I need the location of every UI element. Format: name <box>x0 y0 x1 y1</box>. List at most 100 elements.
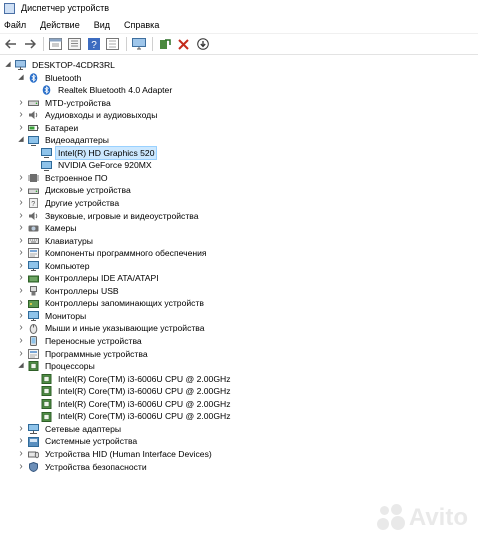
system-icon <box>28 436 39 447</box>
menu-help[interactable]: Справка <box>124 20 159 30</box>
tree-item[interactable]: NVIDIA GeForce 920MX <box>0 159 478 172</box>
forward-icon[interactable] <box>22 37 37 52</box>
tree-item-label: Realtek Bluetooth 4.0 Adapter <box>58 85 173 96</box>
tree-item[interactable]: › Камеры <box>0 222 478 235</box>
tree-item[interactable]: Intel(R) Core(TM) i3-6006U CPU @ 2.00GHz <box>0 410 478 423</box>
hid-icon <box>28 449 40 459</box>
tree-item[interactable]: › Мыши и иные указывающие устройства <box>0 322 478 335</box>
tree-item[interactable]: ›? Другие устройства <box>0 197 478 210</box>
tree-item[interactable]: › Батареи <box>0 122 478 135</box>
collapse-arrow-icon[interactable]: ◢ <box>4 61 12 69</box>
expand-arrow-icon[interactable]: › <box>17 322 25 333</box>
tree-item[interactable]: › Аудиовходы и аудиовыходы <box>0 109 478 122</box>
tree-item[interactable]: Intel(R) HD Graphics 520 <box>0 145 478 161</box>
cpu-icon <box>41 386 52 397</box>
tree-item[interactable]: Realtek Bluetooth 4.0 Adapter <box>0 84 478 97</box>
expand-arrow-icon[interactable]: › <box>17 335 25 346</box>
tree-item-label: Аудиовходы и аудиовыходы <box>45 110 158 121</box>
tree-item[interactable]: › Мониторы <box>0 310 478 323</box>
tree-item[interactable]: ◢ DESKTOP-4CDR3RL <box>0 59 478 72</box>
menu-file[interactable]: Файл <box>4 20 26 30</box>
menu-view[interactable]: Вид <box>94 20 110 30</box>
tree-item[interactable]: ◢ Bluetooth <box>0 72 478 85</box>
list-icon[interactable] <box>67 37 82 52</box>
tree-item[interactable]: › Компоненты программного обеспечения <box>0 247 478 260</box>
expand-arrow-icon[interactable]: › <box>17 235 25 246</box>
tree-item[interactable]: › Устройства HID (Human Interface Devices… <box>0 448 478 461</box>
expand-arrow-icon[interactable]: › <box>17 109 25 120</box>
camera-icon <box>28 223 39 233</box>
drive-icon <box>28 186 39 196</box>
tree-item-label: Устройства безопасности <box>45 461 147 472</box>
monitor-icon[interactable] <box>131 37 146 52</box>
expand-arrow-icon[interactable]: › <box>17 272 25 283</box>
expand-arrow-icon[interactable]: › <box>17 222 25 233</box>
collapse-arrow-icon[interactable]: ◢ <box>17 362 25 370</box>
display-icon <box>28 135 39 146</box>
back-icon[interactable] <box>3 37 18 52</box>
tree-item[interactable]: › Клавиатуры <box>0 235 478 248</box>
tree-item[interactable]: ◢ Видеоадаптеры <box>0 134 478 147</box>
properties-icon[interactable] <box>48 37 63 52</box>
expand-arrow-icon[interactable]: › <box>17 448 25 459</box>
menu-action[interactable]: Действие <box>40 20 80 30</box>
collapse-arrow-icon[interactable]: ◢ <box>17 74 25 82</box>
tree-item[interactable]: › Сетевые адаптеры <box>0 423 478 436</box>
tree-item[interactable]: › Звуковые, игровые и видеоустройства <box>0 210 478 223</box>
download-icon[interactable] <box>195 37 210 52</box>
tree-item[interactable]: Intel(R) Core(TM) i3-6006U CPU @ 2.00GHz <box>0 373 478 386</box>
expand-arrow-icon[interactable]: › <box>17 348 25 359</box>
avito-watermark: Avito <box>376 504 468 532</box>
software-icon <box>28 348 39 359</box>
update-driver-icon[interactable] <box>157 37 172 52</box>
expand-arrow-icon[interactable]: › <box>17 310 25 321</box>
keyboard-icon <box>28 236 39 246</box>
tree-item[interactable]: › Системные устройства <box>0 435 478 448</box>
tree-item[interactable]: Intel(R) Core(TM) i3-6006U CPU @ 2.00GHz <box>0 398 478 411</box>
expand-arrow-icon[interactable]: › <box>17 97 25 108</box>
expand-arrow-icon[interactable]: › <box>17 122 25 133</box>
tree-item[interactable]: › Переносные устройства <box>0 335 478 348</box>
tree-item[interactable]: › Программные устройства <box>0 348 478 361</box>
tree-item[interactable]: ◢ Процессоры <box>0 360 478 373</box>
tree-item-label: Устройства HID (Human Interface Devices) <box>45 448 212 459</box>
expand-arrow-icon[interactable]: › <box>17 297 25 308</box>
title-bar: Диспетчер устройств <box>0 0 478 16</box>
expand-arrow-icon[interactable]: › <box>17 184 25 195</box>
avito-watermark-text: Avito <box>408 504 468 531</box>
tree-item-label: DESKTOP-4CDR3RL <box>32 60 115 70</box>
tree-item[interactable]: › Контроллеры IDE ATA/ATAPI <box>0 272 478 285</box>
tree-item-label: Клавиатуры <box>45 235 93 246</box>
tree-item[interactable]: › Встроенное ПО <box>0 172 478 185</box>
collapse-arrow-icon[interactable]: ◢ <box>17 136 25 145</box>
display-icon <box>41 160 52 171</box>
expand-arrow-icon[interactable]: › <box>17 172 25 183</box>
expand-arrow-icon[interactable]: › <box>17 435 25 446</box>
expand-arrow-icon[interactable]: › <box>17 260 25 271</box>
expand-arrow-icon[interactable]: › <box>17 247 25 258</box>
tree-item[interactable]: › Компьютер <box>0 260 478 273</box>
tree-item-label: Программные устройства <box>45 348 148 359</box>
menu-bar: Файл Действие Вид Справка <box>0 16 478 34</box>
toolbar-separator <box>43 37 44 51</box>
tree-item[interactable]: › Дисковые устройства <box>0 184 478 197</box>
tree-item[interactable]: › Контроллеры USB <box>0 285 478 298</box>
expand-arrow-icon[interactable]: › <box>17 461 25 472</box>
tree-item[interactable]: › Контроллеры запоминающих устройств <box>0 297 478 310</box>
help-icon[interactable]: ? <box>86 37 101 52</box>
expand-arrow-icon[interactable]: › <box>17 210 25 221</box>
remove-icon[interactable] <box>176 37 191 52</box>
tree-item[interactable]: › MTD-устройства <box>0 97 478 110</box>
expand-arrow-icon[interactable]: › <box>17 285 25 296</box>
expand-arrow-icon[interactable]: › <box>17 423 25 434</box>
view-icon[interactable] <box>105 37 120 52</box>
tree-item[interactable]: › Устройства безопасности <box>0 461 478 474</box>
expand-arrow-icon[interactable]: › <box>17 197 25 208</box>
mouse-icon <box>28 323 39 334</box>
tree-item[interactable]: Intel(R) Core(TM) i3-6006U CPU @ 2.00GHz <box>0 385 478 398</box>
cpu-icon <box>41 373 52 384</box>
window-title: Диспетчер устройств <box>21 3 109 13</box>
